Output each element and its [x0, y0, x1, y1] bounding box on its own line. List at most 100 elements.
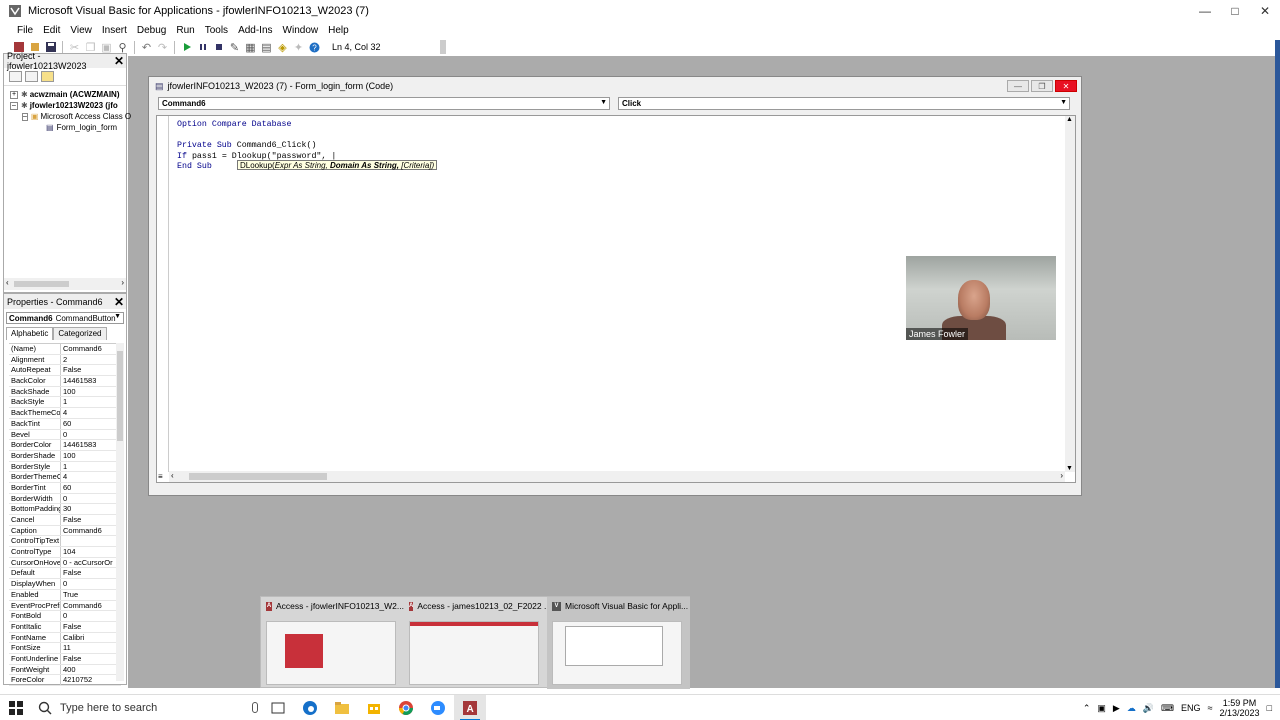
property-value[interactable]: 1	[61, 397, 67, 407]
property-row[interactable]: Alignment 2	[9, 354, 121, 366]
property-row[interactable]: BackStyle 1	[9, 397, 121, 409]
menu-edit[interactable]: Edit	[38, 25, 65, 36]
microphone-icon[interactable]	[252, 701, 258, 713]
code-line[interactable]: Private Sub Command6_Click()	[177, 141, 336, 152]
show-hidden-icons-icon[interactable]: ⌃	[1083, 703, 1091, 714]
property-value[interactable]: 4	[61, 408, 67, 418]
microsoft-store-icon[interactable]	[358, 695, 390, 720]
property-value[interactable]: True	[61, 590, 78, 600]
code-close-button[interactable]: ✕	[1055, 80, 1077, 92]
taskbar-search-box[interactable]: Type here to search	[32, 696, 262, 720]
tree-item-jfowler[interactable]: – ✱ jfowler10213W2023 (jfo	[10, 100, 126, 111]
property-row[interactable]: FontUnderline False	[9, 653, 121, 665]
menu-window[interactable]: Window	[278, 25, 324, 36]
property-value[interactable]: 60	[61, 483, 71, 493]
design-mode-icon[interactable]: ✎	[228, 41, 241, 54]
network-adapter-icon[interactable]: ▣	[1097, 703, 1106, 714]
scroll-right-icon[interactable]: ›	[1060, 471, 1063, 480]
property-value[interactable]: 14461583	[61, 440, 96, 450]
property-row[interactable]: FontBold 0	[9, 611, 121, 622]
property-value[interactable]: False	[61, 622, 81, 632]
toolbar-grip[interactable]	[440, 40, 446, 54]
onedrive-icon[interactable]: ☁	[1127, 703, 1136, 714]
code-margin-bar[interactable]	[157, 116, 169, 472]
property-row[interactable]: Enabled True	[9, 589, 121, 601]
property-row[interactable]: BorderShade 100	[9, 450, 121, 462]
tree-item-form-login[interactable]: ▤ Form_login_form	[10, 122, 126, 133]
property-value[interactable]: 2	[61, 355, 67, 365]
property-row[interactable]: EventProcPrefix Command6	[9, 600, 121, 612]
tab-alphabetic[interactable]: Alphabetic	[6, 327, 54, 340]
property-value[interactable]: Calibri	[61, 633, 84, 643]
reset-icon[interactable]	[212, 41, 225, 54]
file-explorer-icon[interactable]	[326, 695, 358, 720]
code-vertical-scrollbar[interactable]: ▲ ▼	[1065, 116, 1075, 472]
property-row[interactable]: BorderColor 14461583	[9, 440, 121, 451]
help-icon[interactable]: ?	[308, 41, 321, 54]
notifications-icon[interactable]: □	[1267, 703, 1272, 713]
property-row[interactable]: (Name) Command6	[9, 344, 121, 355]
property-value[interactable]: 0	[61, 611, 67, 621]
property-row[interactable]: ControlTipText	[9, 536, 121, 548]
object-combo[interactable]: Command6 ▼	[158, 97, 610, 110]
property-row[interactable]: FontWeight 400	[9, 664, 121, 676]
project-horizontal-scrollbar[interactable]: ‹ ›	[4, 278, 126, 290]
property-value[interactable]: False	[61, 515, 81, 525]
thumbnail-access-1[interactable]: A Access - jfowlerINFO10213_W2...	[261, 597, 404, 689]
code-restore-button[interactable]: ❐	[1031, 80, 1053, 92]
property-row[interactable]: BorderStyle 1	[9, 461, 121, 473]
property-value[interactable]: 0	[61, 494, 67, 504]
task-view-icon[interactable]	[262, 695, 294, 720]
view-object-icon[interactable]	[25, 71, 38, 82]
scrollbar-thumb[interactable]	[14, 281, 69, 287]
run-icon[interactable]	[180, 41, 193, 54]
menu-insert[interactable]: Insert	[97, 25, 132, 36]
property-value[interactable]: 100	[61, 387, 76, 397]
close-icon[interactable]: ✕	[114, 54, 124, 68]
project-explorer-icon[interactable]: ▦	[244, 41, 257, 54]
collapse-icon[interactable]: –	[10, 101, 18, 110]
object-selector[interactable]: Command6 CommandButton ▼	[6, 312, 124, 324]
undo-icon[interactable]: ↶	[140, 41, 153, 54]
procedure-combo[interactable]: Click ▼	[618, 97, 1070, 110]
property-row[interactable]: Default False	[9, 568, 121, 580]
start-button[interactable]	[0, 695, 32, 720]
property-value[interactable]: 4210752	[61, 675, 92, 685]
chevron-down-icon[interactable]: ▼	[600, 99, 607, 106]
scroll-left-icon[interactable]: ‹	[171, 471, 174, 480]
property-row[interactable]: BorderTint 60	[9, 482, 121, 494]
property-row[interactable]: FontName Calibri	[9, 632, 121, 644]
property-value[interactable]: 14461583	[61, 376, 96, 386]
redo-icon[interactable]: ↷	[156, 41, 169, 54]
property-value[interactable]: 400	[61, 665, 76, 675]
property-row[interactable]: BackTint 60	[9, 418, 121, 430]
menu-run[interactable]: Run	[171, 25, 199, 36]
code-minimize-button[interactable]: —	[1007, 80, 1029, 92]
scroll-left-icon[interactable]: ‹	[6, 278, 9, 287]
view-code-icon[interactable]	[9, 71, 22, 82]
property-value[interactable]: 100	[61, 451, 76, 461]
menu-view[interactable]: View	[65, 25, 97, 36]
property-value[interactable]: 30	[61, 504, 71, 514]
scroll-down-icon[interactable]: ▼	[1066, 465, 1073, 472]
tree-item-acwzmain[interactable]: + ✱ acwzmain (ACWZMAIN)	[10, 89, 126, 100]
property-row[interactable]: CursorOnHover 0 - acCursorOr	[9, 557, 121, 569]
property-value[interactable]: 0 - acCursorOr	[61, 558, 113, 568]
collapse-icon[interactable]: –	[22, 112, 28, 121]
wifi-icon[interactable]: ≈	[1208, 703, 1213, 713]
minimize-button[interactable]: —	[1190, 0, 1220, 22]
properties-window-icon[interactable]: ▤	[260, 41, 273, 54]
code-horizontal-scrollbar[interactable]: ‹ ›	[169, 471, 1065, 482]
volume-icon[interactable]: 🔊	[1143, 703, 1154, 714]
property-value[interactable]: Command6	[61, 526, 102, 536]
break-icon[interactable]	[196, 41, 209, 54]
property-value[interactable]: 60	[61, 419, 71, 429]
tree-item-class-objects[interactable]: – ▣ Microsoft Access Class O	[10, 111, 131, 122]
property-value[interactable]: Command6	[61, 601, 102, 611]
code-line[interactable]: Option Compare Database	[177, 120, 336, 131]
menu-file[interactable]: File	[12, 25, 38, 36]
property-value[interactable]: 0	[61, 430, 67, 440]
close-button[interactable]: ✕	[1250, 0, 1280, 22]
property-row[interactable]: Cancel False	[9, 515, 121, 526]
language-indicator[interactable]: ENG	[1181, 703, 1201, 713]
